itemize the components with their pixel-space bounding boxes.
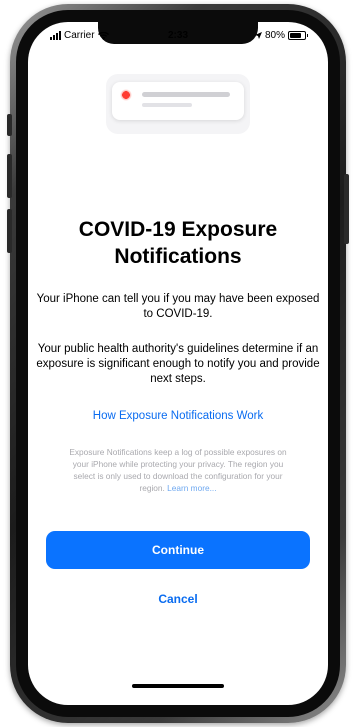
battery-percent: 80% xyxy=(264,30,285,41)
status-right: 80% xyxy=(254,30,308,41)
exposure-notification-illustration xyxy=(106,74,250,134)
battery-icon xyxy=(288,31,308,40)
battery-fill xyxy=(290,33,301,38)
volume-up-button xyxy=(7,154,12,198)
learn-more-link[interactable]: Learn more... xyxy=(167,483,216,493)
placeholder-line xyxy=(142,92,230,97)
cancel-button[interactable]: Cancel xyxy=(28,592,328,606)
page-title: COVID-19 Exposure Notifications xyxy=(78,218,278,268)
side-button xyxy=(344,174,349,244)
notification-card-graphic xyxy=(112,82,244,120)
status-bar: Carrier 2:33 80% xyxy=(28,28,328,46)
privacy-fine-print: Exposure Notifications keep a log of pos… xyxy=(64,446,292,494)
volume-down-button xyxy=(7,209,12,253)
phone-frame: Carrier 2:33 80% COVID-19 Exposure Notif… xyxy=(7,4,349,723)
mute-switch xyxy=(7,114,12,136)
home-indicator[interactable] xyxy=(132,684,224,688)
screen: Carrier 2:33 80% COVID-19 Exposure Notif… xyxy=(28,22,328,705)
intro-paragraph: Your iPhone can tell you if you may have… xyxy=(36,293,320,320)
placeholder-line xyxy=(142,103,192,107)
guidelines-paragraph: Your public health authority's guideline… xyxy=(36,343,320,385)
location-arrow-icon xyxy=(254,32,262,39)
virus-icon xyxy=(120,89,132,101)
how-it-works-link[interactable]: How Exposure Notifications Work xyxy=(28,410,328,422)
continue-button[interactable]: Continue xyxy=(46,531,310,569)
